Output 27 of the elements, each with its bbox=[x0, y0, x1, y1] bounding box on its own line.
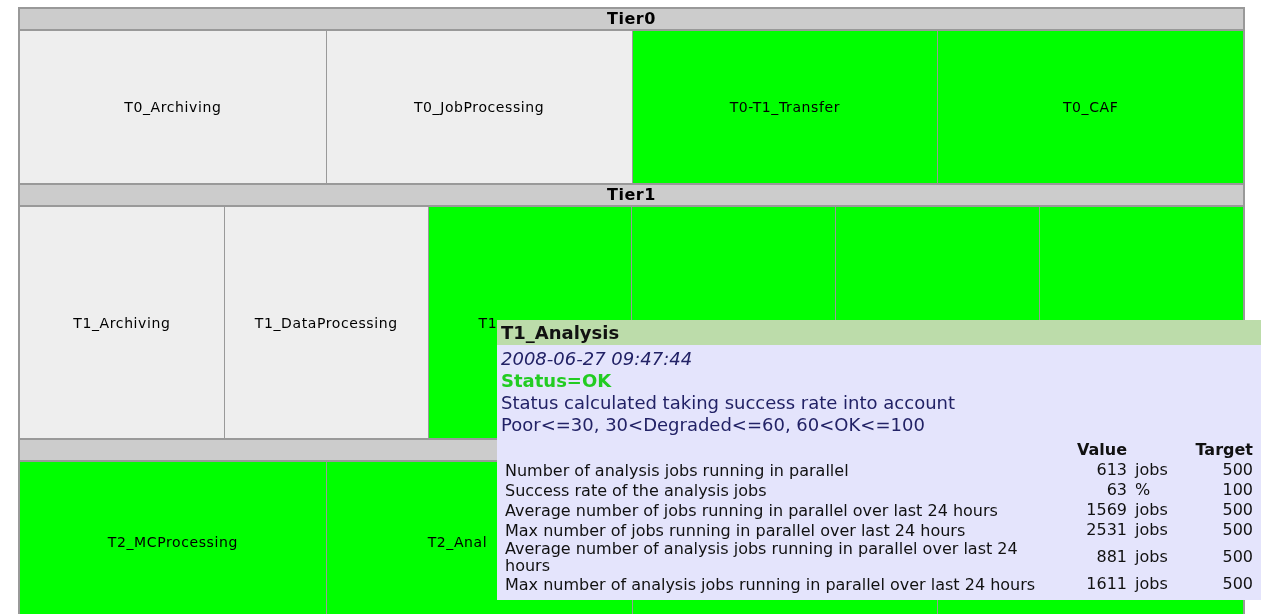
target-cell-text: 500 bbox=[1221, 574, 1254, 594]
tooltip-title: T1_Analysis bbox=[497, 320, 1261, 345]
value-cell-text: 1611 bbox=[1085, 574, 1128, 594]
value-cell-text: 2531 bbox=[1085, 520, 1128, 540]
status-text: Status=OK bbox=[501, 370, 613, 392]
target-cell-text: 500 bbox=[1221, 500, 1254, 520]
timestamp: 2008-06-27 09:47:44 bbox=[501, 348, 694, 370]
unit-cell-text: jobs bbox=[1133, 520, 1169, 540]
column-header: Target bbox=[1194, 440, 1254, 460]
unit-cell-text: jobs bbox=[1133, 460, 1169, 480]
description-text: Status calculated taking success rate into account bbox=[501, 392, 957, 414]
column-header: Value bbox=[1075, 440, 1128, 460]
target-cell-text: 500 bbox=[1221, 460, 1254, 480]
value-cell-text: 63 bbox=[1105, 480, 1128, 500]
unit-cell-text: % bbox=[1134, 480, 1152, 500]
unit-cell-text: jobs bbox=[1133, 500, 1169, 520]
tier-header: Tier0 bbox=[18, 7, 1245, 31]
target-cell-text: 500 bbox=[1221, 520, 1254, 540]
value-cell-text: 1569 bbox=[1085, 500, 1128, 520]
tier-header: Tier1 bbox=[18, 183, 1245, 207]
target-cell-text: 100 bbox=[1221, 480, 1254, 500]
value-cell-text: 613 bbox=[1095, 460, 1128, 480]
thresholds-text: Poor<=30, 30<Degraded<=60, 60<OK<=100 bbox=[501, 414, 926, 436]
unit-cell-text: jobs bbox=[1133, 574, 1169, 594]
value-cell-text: 881 bbox=[1095, 546, 1128, 568]
target-cell-text: 500 bbox=[1221, 546, 1254, 568]
unit-cell-text: jobs bbox=[1133, 546, 1169, 568]
